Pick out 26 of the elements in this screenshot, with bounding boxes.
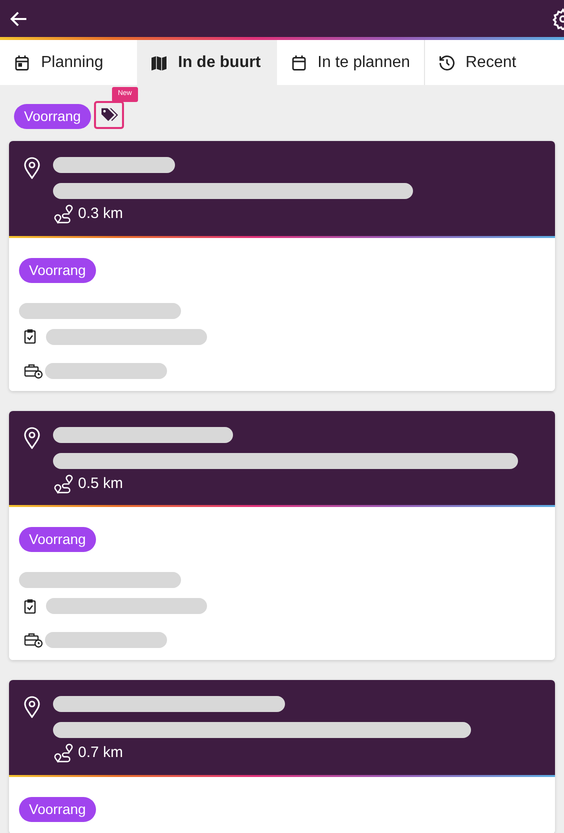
job-card[interactable]: 0.5 km Voorrang	[9, 410, 555, 660]
briefcase-clock-icon	[24, 632, 43, 648]
calendar-icon	[290, 54, 308, 72]
map-icon	[150, 54, 168, 72]
location-pin-icon	[23, 426, 41, 448]
briefcase-clock-icon	[24, 362, 43, 378]
route-icon	[53, 743, 74, 764]
tab[interactable]: In de buurt	[137, 40, 276, 85]
route-icon	[53, 474, 74, 494]
tag-icon	[100, 106, 118, 124]
location-pin-icon	[23, 157, 41, 179]
route-icon	[53, 204, 74, 224]
distance-text: 0.5 km	[78, 474, 124, 494]
job-card[interactable]: 0.3 km Voorrang	[9, 141, 555, 390]
distance-text: 0.7 km	[78, 743, 124, 763]
priority-chip: Voorrang	[19, 527, 96, 552]
distance-text: 0.3 km	[78, 204, 124, 224]
clipboard-check-icon	[24, 329, 36, 344]
priority-chip: Voorrang	[19, 258, 96, 282]
calendar-icon	[13, 54, 31, 72]
clipboard-check-icon	[24, 598, 36, 614]
history-icon	[438, 54, 456, 72]
location-pin-icon	[23, 696, 41, 718]
job-card[interactable]: 0.7 km Voorrang	[9, 680, 555, 833]
filter-chip[interactable]: Voorrang	[14, 104, 91, 129]
priority-chip: Voorrang	[19, 796, 96, 822]
